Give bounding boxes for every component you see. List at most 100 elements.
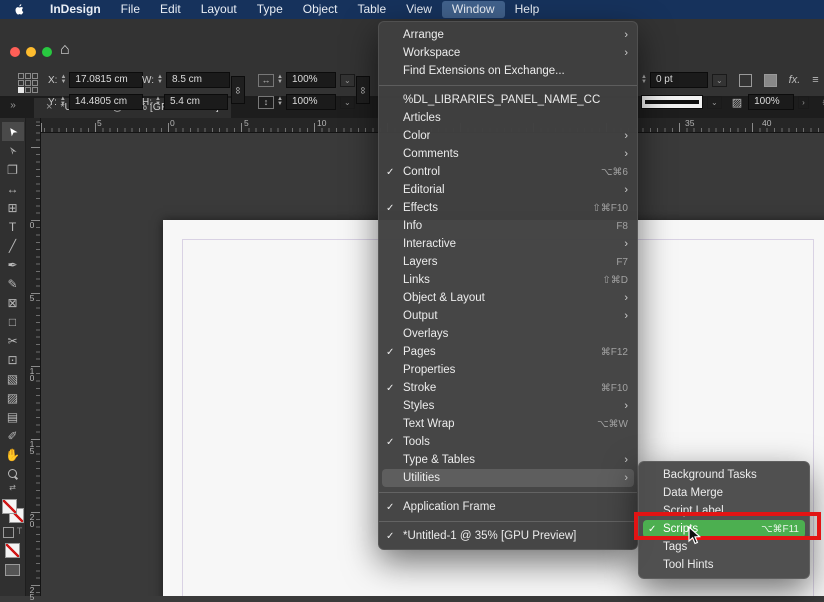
menu-item-utilities[interactable]: Utilities› bbox=[382, 469, 634, 487]
h-field[interactable]: 5.4 cm bbox=[164, 94, 228, 110]
formatting-affects-container-icon[interactable] bbox=[3, 527, 14, 538]
page-tool[interactable]: ❐ bbox=[2, 160, 24, 179]
menu-item-type-tables[interactable]: Type & Tables› bbox=[379, 451, 637, 469]
paragraph-panel-icon[interactable]: ≡ bbox=[812, 74, 818, 86]
zoom-tool[interactable] bbox=[2, 464, 24, 483]
menubar-item-object[interactable]: Object bbox=[293, 1, 348, 18]
menu-item-tool-hints[interactable]: Tool Hints bbox=[639, 556, 809, 574]
window-close-button[interactable] bbox=[10, 47, 20, 57]
type-tool[interactable]: T bbox=[2, 217, 24, 236]
menubar-item-layout[interactable]: Layout bbox=[191, 1, 247, 18]
stroke-weight-stepper[interactable]: ▲▼ bbox=[641, 75, 647, 85]
effects-target-icon[interactable] bbox=[764, 74, 777, 87]
direct-selection-tool[interactable]: ➢ bbox=[2, 141, 24, 160]
fill-swatch-none[interactable] bbox=[2, 499, 17, 514]
menu-item-styles[interactable]: Styles› bbox=[379, 397, 637, 415]
menu-item-overlays[interactable]: Overlays bbox=[379, 325, 637, 343]
window-minimize-button[interactable] bbox=[26, 47, 36, 57]
rectangle-frame-tool[interactable]: ⊠ bbox=[2, 293, 24, 312]
w-stepper[interactable]: ▲▼ bbox=[157, 75, 163, 85]
x-field[interactable]: 17.0815 cm bbox=[69, 72, 143, 88]
menubar-item-indesign[interactable]: InDesign bbox=[40, 1, 111, 18]
menu-item-background-tasks[interactable]: Background Tasks bbox=[639, 466, 809, 484]
window-zoom-button[interactable] bbox=[42, 47, 52, 57]
rectangle-tool[interactable]: □ bbox=[2, 312, 24, 331]
menu-item-data-merge[interactable]: Data Merge bbox=[639, 484, 809, 502]
menu-item-workspace[interactable]: Workspace› bbox=[379, 44, 637, 62]
menu-item-stroke[interactable]: ✓Stroke⌘F10 bbox=[379, 379, 637, 397]
menu-item-output[interactable]: Output› bbox=[379, 307, 637, 325]
menu-item-links[interactable]: Links⇧⌘D bbox=[379, 271, 637, 289]
note-tool[interactable]: ▤ bbox=[2, 407, 24, 426]
h-stepper[interactable]: ▲▼ bbox=[155, 97, 161, 107]
content-collector-tool[interactable]: ⊞ bbox=[2, 198, 24, 217]
stroke-weight-field[interactable]: 0 pt bbox=[650, 72, 708, 88]
gradient-feather-tool[interactable]: ▨ bbox=[2, 388, 24, 407]
apple-menu-icon[interactable] bbox=[13, 3, 26, 16]
menu-item-editorial[interactable]: Editorial› bbox=[379, 181, 637, 199]
menubar-item-type[interactable]: Type bbox=[247, 1, 293, 18]
scale-y-stepper[interactable]: ▲▼ bbox=[277, 97, 283, 107]
menu-item-comments[interactable]: Comments› bbox=[379, 145, 637, 163]
pencil-tool[interactable]: ✎ bbox=[2, 274, 24, 293]
home-icon[interactable]: ⌂ bbox=[60, 41, 70, 59]
free-transform-tool[interactable]: ⊡ bbox=[2, 350, 24, 369]
scissors-tool[interactable]: ✂ bbox=[2, 331, 24, 350]
stroke-weight-dropdown-icon[interactable]: ⌄ bbox=[712, 74, 727, 87]
menubar-item-help[interactable]: Help bbox=[505, 1, 550, 18]
corner-options-icon[interactable] bbox=[739, 74, 752, 87]
menu-item-arrange[interactable]: Arrange› bbox=[379, 26, 637, 44]
screen-mode-icon[interactable] bbox=[5, 564, 20, 576]
gradient-tool[interactable]: ▧ bbox=[2, 369, 24, 388]
menu-item-interactive[interactable]: Interactive› bbox=[379, 235, 637, 253]
scale-x-field[interactable]: 100% bbox=[286, 72, 336, 88]
view-percent-arrow-icon[interactable]: › bbox=[798, 96, 809, 109]
scale-y-dropdown-icon[interactable]: ⌄ bbox=[340, 96, 355, 109]
menu-item-layers[interactable]: LayersF7 bbox=[379, 253, 637, 271]
view-percent-field[interactable]: 100% bbox=[748, 94, 794, 110]
vertical-ruler[interactable]: 051 01 52 02 5 bbox=[26, 118, 41, 596]
menu-item-object-layout[interactable]: Object & Layout› bbox=[379, 289, 637, 307]
stroke-type-dropdown-icon[interactable]: ⌄ bbox=[707, 96, 722, 109]
menu-item-control[interactable]: ✓Control⌥⌘6 bbox=[379, 163, 637, 181]
selection-tool[interactable]: ➤ bbox=[2, 122, 24, 141]
pen-tool[interactable]: ✒ bbox=[2, 255, 24, 274]
stroke-type-preview[interactable] bbox=[641, 95, 703, 109]
line-tool[interactable]: ╱ bbox=[2, 236, 24, 255]
x-stepper[interactable]: ▲▼ bbox=[60, 75, 66, 85]
scale-x-dropdown-icon[interactable]: ⌄ bbox=[340, 74, 355, 87]
menubar-item-window[interactable]: Window bbox=[442, 1, 505, 18]
formatting-affects-text-icon[interactable]: T bbox=[17, 527, 23, 538]
menubar-item-edit[interactable]: Edit bbox=[150, 1, 191, 18]
fx-icon[interactable]: fx. bbox=[789, 74, 801, 86]
menu-item-info[interactable]: InfoF8 bbox=[379, 217, 637, 235]
menu-item-effects[interactable]: ✓Effects⇧⌘F10 bbox=[379, 199, 637, 217]
menu-item-articles[interactable]: Articles bbox=[379, 109, 637, 127]
eyedropper-tool[interactable]: ✐ bbox=[2, 426, 24, 445]
menu-item-untitled-1-35-gpu-preview[interactable]: ✓*Untitled-1 @ 35% [GPU Preview] bbox=[379, 527, 637, 545]
dock-collapse-icon[interactable]: » bbox=[0, 96, 26, 118]
menu-item-tools[interactable]: ✓Tools bbox=[379, 433, 637, 451]
constrain-scale-icon[interactable]: ∞ bbox=[356, 76, 370, 104]
menu-item-script-label[interactable]: Script Label bbox=[639, 502, 809, 520]
menu-item-text-wrap[interactable]: Text Wrap⌥⌘W bbox=[379, 415, 637, 433]
menubar-item-view[interactable]: View bbox=[396, 1, 442, 18]
gap-tool[interactable]: ↔ bbox=[2, 179, 24, 198]
menu-item-tags[interactable]: Tags bbox=[639, 538, 809, 556]
y-field[interactable]: 14.4805 cm bbox=[69, 94, 143, 110]
hand-tool[interactable]: ✋ bbox=[2, 445, 24, 464]
menu-item-application-frame[interactable]: ✓Application Frame bbox=[379, 498, 637, 516]
menu-item-pages[interactable]: ✓Pages⌘F12 bbox=[379, 343, 637, 361]
scale-x-stepper[interactable]: ▲▼ bbox=[277, 75, 283, 85]
menu-item-properties[interactable]: Properties bbox=[379, 361, 637, 379]
menu-item-color[interactable]: Color› bbox=[379, 127, 637, 145]
y-stepper[interactable]: ▲▼ bbox=[60, 97, 66, 107]
menu-item-find-extensions-on-exchange[interactable]: Find Extensions on Exchange... bbox=[379, 62, 637, 80]
w-field[interactable]: 8.5 cm bbox=[166, 72, 230, 88]
apply-none-button[interactable] bbox=[5, 543, 20, 558]
constrain-dimensions-icon[interactable]: ∞ bbox=[231, 76, 245, 104]
menu-item-dl-libraries-panel-name-cc[interactable]: %DL_LIBRARIES_PANEL_NAME_CC bbox=[379, 91, 637, 109]
swap-fill-stroke-icon[interactable]: ⇄ bbox=[9, 483, 16, 493]
menu-item-scripts[interactable]: ✓Scripts⌥⌘F11 bbox=[643, 520, 805, 538]
menubar-item-table[interactable]: Table bbox=[347, 1, 396, 18]
